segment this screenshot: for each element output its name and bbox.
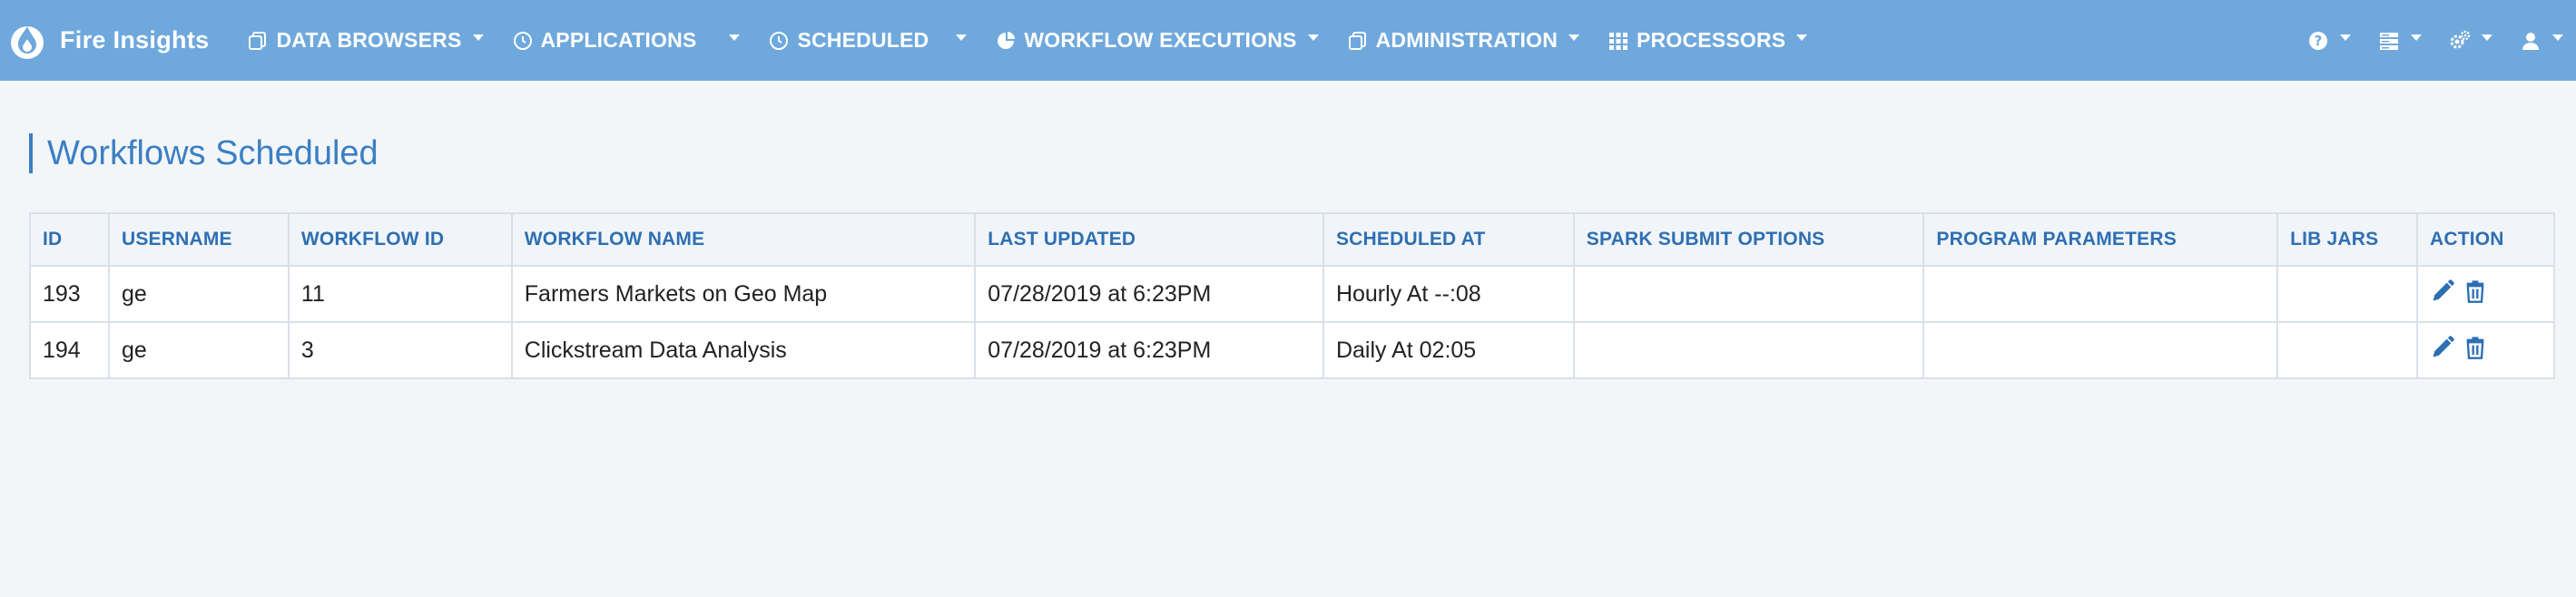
cell-workflow-id: 11 bbox=[287, 265, 513, 323]
cell-workflow-id: 3 bbox=[287, 321, 513, 379]
cell-scheduled-at: Hourly At --:08 bbox=[1322, 265, 1575, 323]
settings-menu[interactable] bbox=[2449, 30, 2492, 52]
grid-icon bbox=[1609, 32, 1628, 50]
user-menu[interactable] bbox=[2520, 30, 2563, 52]
help-menu[interactable]: ? bbox=[2307, 30, 2351, 52]
caret-down-icon bbox=[1568, 34, 1580, 41]
caret-down-icon bbox=[2340, 34, 2351, 41]
delete-icon[interactable] bbox=[2463, 335, 2488, 360]
nav-label: PROCESSORS bbox=[1637, 28, 1786, 52]
clock-icon bbox=[513, 31, 532, 50]
nav-workflow-executions[interactable]: WORKFLOW EXECUTIONS bbox=[995, 0, 1319, 81]
cell-id: 194 bbox=[29, 321, 110, 379]
copy-icon bbox=[249, 31, 267, 50]
cell-action bbox=[2415, 265, 2556, 323]
column-header-scheduled-at[interactable]: SCHEDULED AT bbox=[1322, 212, 1575, 267]
nav-applications[interactable]: APPLICATIONS bbox=[512, 0, 741, 81]
cell-spark-submit-options bbox=[1572, 321, 1925, 379]
gears-icon bbox=[2450, 30, 2471, 48]
cell-scheduled-at: Daily At 02:05 bbox=[1322, 321, 1575, 379]
clock-icon bbox=[770, 31, 789, 50]
caret-down-icon bbox=[2411, 34, 2422, 41]
copy-icon bbox=[1348, 31, 1366, 50]
table-header-row: ID USERNAME WORKFLOW ID WORKFLOW NAME LA… bbox=[29, 212, 2556, 267]
top-navbar: Fire Insights DATA BROWSERS APPLICATIONS… bbox=[0, 0, 2576, 81]
caret-down-icon bbox=[2482, 34, 2492, 41]
column-header-action: ACTION bbox=[2415, 212, 2556, 267]
column-header-id[interactable]: ID bbox=[29, 212, 110, 267]
cell-action bbox=[2415, 321, 2556, 379]
cell-username: ge bbox=[107, 265, 290, 323]
nav-administration[interactable]: ADMINISTRATION bbox=[1347, 0, 1580, 81]
help-icon: ? bbox=[2309, 31, 2327, 50]
caret-down-icon bbox=[2552, 34, 2563, 41]
nav-label: DATA BROWSERS bbox=[276, 28, 462, 52]
brand[interactable]: Fire Insights bbox=[7, 21, 209, 61]
edit-icon[interactable] bbox=[2430, 279, 2455, 304]
user-icon bbox=[2522, 32, 2539, 50]
table-row: 194 ge 3 Clickstream Data Analysis 07/28… bbox=[29, 321, 2556, 379]
caret-down-icon bbox=[729, 34, 741, 41]
delete-icon[interactable] bbox=[2463, 279, 2488, 304]
caret-down-icon bbox=[472, 34, 484, 41]
scheduled-workflows-table: ID USERNAME WORKFLOW ID WORKFLOW NAME LA… bbox=[29, 212, 2556, 379]
nav-scheduled[interactable]: SCHEDULED bbox=[768, 0, 968, 81]
brand-name: Fire Insights bbox=[60, 26, 210, 54]
cell-spark-submit-options bbox=[1572, 265, 1925, 323]
column-header-workflow-id[interactable]: WORKFLOW ID bbox=[287, 212, 513, 267]
cell-last-updated: 07/28/2019 at 6:23PM bbox=[974, 321, 1324, 379]
cell-lib-jars bbox=[2276, 265, 2418, 323]
pie-chart-icon bbox=[998, 31, 1016, 49]
table-row: 193 ge 11 Farmers Markets on Geo Map 07/… bbox=[29, 265, 2556, 323]
cell-username: ge bbox=[107, 321, 290, 379]
edit-icon[interactable] bbox=[2430, 335, 2455, 360]
server-icon bbox=[2380, 32, 2398, 50]
column-header-username[interactable]: USERNAME bbox=[107, 212, 290, 267]
caret-down-icon bbox=[956, 34, 968, 41]
svg-text:?: ? bbox=[2315, 33, 2323, 49]
cell-workflow-name: Farmers Markets on Geo Map bbox=[510, 265, 977, 323]
cell-workflow-name: Clickstream Data Analysis bbox=[510, 321, 977, 379]
nav-label: SCHEDULED bbox=[797, 28, 929, 52]
cell-lib-jars bbox=[2276, 321, 2418, 379]
cell-program-parameters bbox=[1922, 265, 2279, 323]
column-header-program-parameters[interactable]: PROGRAM PARAMETERS bbox=[1922, 212, 2279, 267]
caret-down-icon bbox=[1307, 34, 1319, 41]
nav-label: APPLICATIONS bbox=[540, 28, 697, 52]
column-header-lib-jars[interactable]: LIB JARS bbox=[2276, 212, 2418, 267]
cell-last-updated: 07/28/2019 at 6:23PM bbox=[974, 265, 1324, 323]
column-header-spark-submit-options[interactable]: SPARK SUBMIT OPTIONS bbox=[1572, 212, 1925, 267]
server-menu[interactable] bbox=[2378, 30, 2422, 52]
fire-logo-icon bbox=[11, 25, 44, 59]
nav-right-menu: ? bbox=[2280, 0, 2563, 81]
nav-data-browsers[interactable]: DATA BROWSERS bbox=[247, 0, 484, 81]
page-title: Workflows Scheduled bbox=[29, 133, 379, 173]
nav-label: ADMINISTRATION bbox=[1375, 28, 1558, 52]
column-header-workflow-name[interactable]: WORKFLOW NAME bbox=[510, 212, 977, 267]
column-header-last-updated[interactable]: LAST UPDATED bbox=[974, 212, 1324, 267]
cell-id: 193 bbox=[29, 265, 110, 323]
nav-processors[interactable]: PROCESSORS bbox=[1608, 0, 1808, 81]
nav-label: WORKFLOW EXECUTIONS bbox=[1024, 28, 1297, 52]
caret-down-icon bbox=[1796, 34, 1808, 41]
cell-program-parameters bbox=[1922, 321, 2279, 379]
